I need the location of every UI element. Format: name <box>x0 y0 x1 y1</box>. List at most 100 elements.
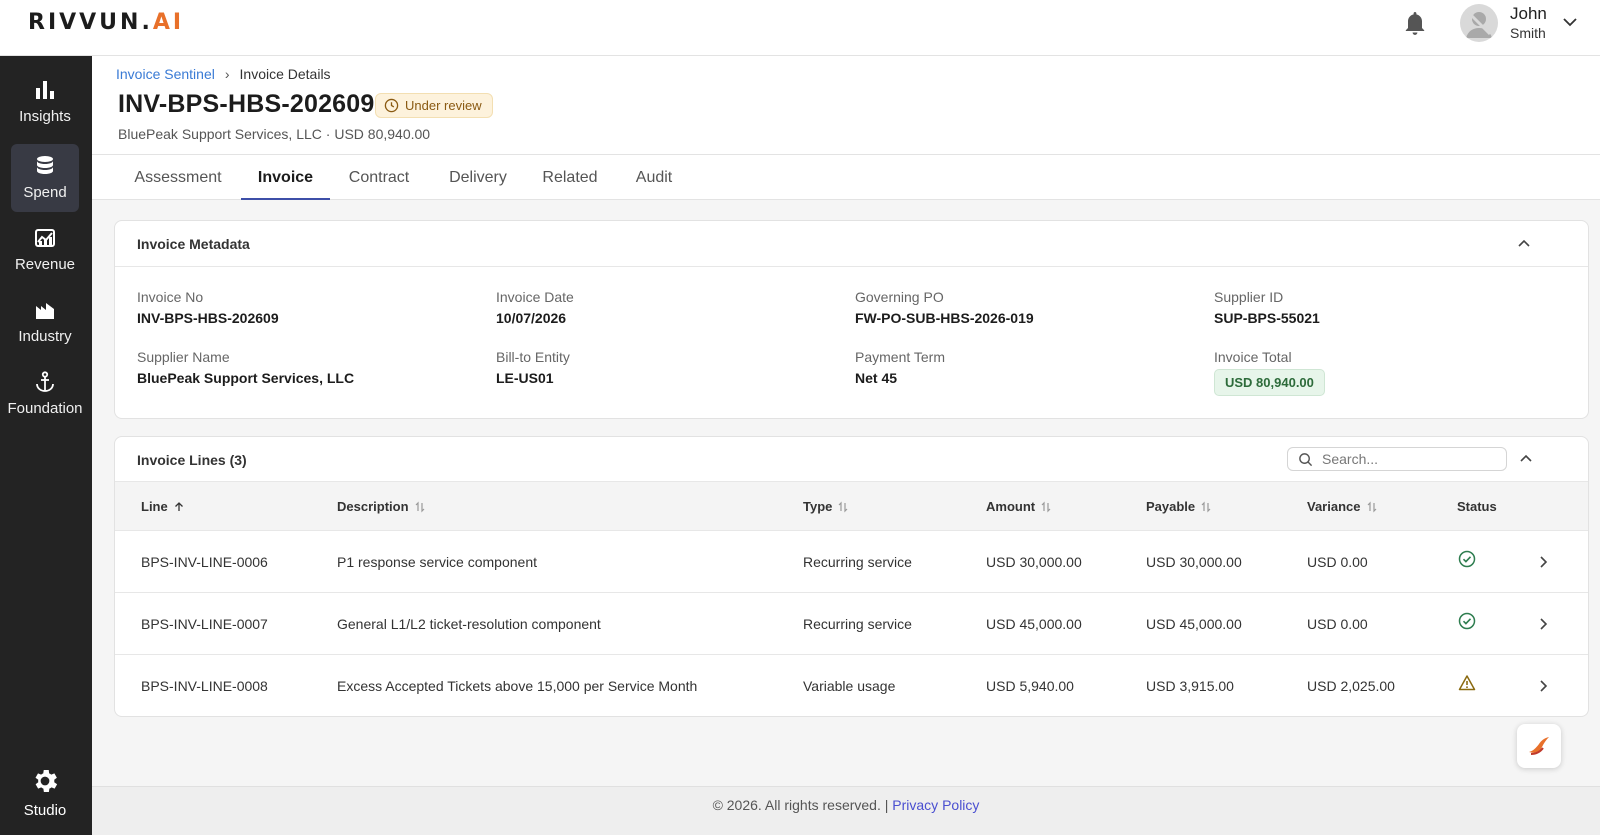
invoice-lines-card: Invoice Lines (3) Line Description Type … <box>114 436 1589 717</box>
sort-icon[interactable] <box>1200 501 1212 513</box>
privacy-policy-link[interactable]: Privacy Policy <box>892 797 979 813</box>
invoice-total-badge: USD 80,940.00 <box>1214 369 1325 396</box>
sidebar-item-spend[interactable]: Spend <box>11 144 79 212</box>
revenue-chart-icon <box>35 229 55 247</box>
column-header-line[interactable]: Line <box>141 499 185 514</box>
tab-contract[interactable]: Contract <box>341 155 417 200</box>
clock-icon <box>384 98 399 113</box>
cell-amount: USD 5,940.00 <box>986 678 1074 694</box>
sidebar-item-label: Spend <box>23 184 67 201</box>
gear-icon <box>35 770 58 792</box>
table-row[interactable]: BPS-INV-LINE-0007 General L1/L2 ticket-r… <box>115 593 1588 655</box>
sort-icon[interactable] <box>1040 501 1052 513</box>
field-label: Supplier Name <box>137 349 230 365</box>
field-value: FW-PO-SUB-HBS-2026-019 <box>855 310 1034 326</box>
chevron-up-icon[interactable] <box>1516 236 1532 252</box>
cell-description: Excess Accepted Tickets above 15,000 per… <box>337 678 698 694</box>
tab-invoice[interactable]: Invoice <box>241 155 330 200</box>
cell-line: BPS-INV-LINE-0007 <box>141 616 268 632</box>
breadcrumb: Invoice Sentinel › Invoice Details <box>116 66 331 82</box>
footer-copyright: © 2026. All rights reserved. | <box>712 797 889 813</box>
footer: © 2026. All rights reserved. | Privacy P… <box>92 786 1600 835</box>
column-header-description[interactable]: Description <box>337 499 426 514</box>
card-title: Invoice Lines (3) <box>137 452 247 468</box>
field-label: Governing PO <box>855 289 944 305</box>
cell-variance: USD 2,025.00 <box>1307 678 1395 694</box>
sidebar-item-industry[interactable]: Industry <box>11 288 79 356</box>
sidebar-item-insights[interactable]: Insights <box>11 68 79 136</box>
tab-bar: Assessment Invoice Contract Delivery Rel… <box>92 155 1600 200</box>
card-title: Invoice Metadata <box>137 236 250 252</box>
warning-triangle-icon <box>1458 675 1476 691</box>
check-circle-icon <box>1458 550 1476 568</box>
chevron-down-icon[interactable] <box>1562 14 1578 30</box>
cell-variance: USD 0.00 <box>1307 554 1368 570</box>
tab-assessment[interactable]: Assessment <box>126 155 230 200</box>
industry-chart-icon <box>36 303 54 319</box>
cell-type: Recurring service <box>803 616 912 632</box>
column-header-type[interactable]: Type <box>803 499 849 514</box>
cell-type: Recurring service <box>803 554 912 570</box>
sidebar-item-label: Insights <box>19 108 71 125</box>
assistant-launcher-button[interactable] <box>1517 724 1561 768</box>
search-icon <box>1299 453 1313 467</box>
field-value: Net 45 <box>855 370 898 386</box>
chevron-right-icon[interactable] <box>1536 555 1550 569</box>
sort-icon[interactable] <box>414 501 426 513</box>
sort-icon[interactable] <box>1366 501 1378 513</box>
cell-payable: USD 3,915.00 <box>1146 678 1234 694</box>
tab-audit[interactable]: Audit <box>622 155 686 200</box>
column-header-amount[interactable]: Amount <box>986 499 1052 514</box>
cell-description: P1 response service component <box>337 554 537 570</box>
avatar[interactable] <box>1460 4 1498 42</box>
user-first-name[interactable]: John <box>1510 4 1547 24</box>
field-bill-to-entity: Bill-to Entity LE-US01 <box>496 349 570 386</box>
cell-amount: USD 45,000.00 <box>986 616 1082 632</box>
page-subtitle: BluePeak Support Services, LLC · USD 80,… <box>118 126 431 142</box>
breadcrumb-current: Invoice Details <box>239 66 331 82</box>
column-header-variance[interactable]: Variance <box>1307 499 1378 514</box>
sidebar-item-foundation[interactable]: Foundation <box>7 360 83 428</box>
tab-related[interactable]: Related <box>532 155 608 200</box>
breadcrumb-link-invoice-sentinel[interactable]: Invoice Sentinel <box>116 66 215 82</box>
tab-delivery[interactable]: Delivery <box>440 155 516 200</box>
field-invoice-no: Invoice No INV-BPS-HBS-202609 <box>137 289 279 326</box>
field-value: 10/07/2026 <box>496 310 567 326</box>
table-row[interactable]: BPS-INV-LINE-0006 P1 response service co… <box>115 531 1588 593</box>
sort-ascending-icon[interactable] <box>173 501 185 513</box>
cell-payable: USD 30,000.00 <box>1146 554 1242 570</box>
field-label: Invoice Total <box>1214 349 1292 365</box>
page-title: INV-BPS-HBS-202609 <box>118 90 375 118</box>
page-header: Invoice Sentinel › Invoice Details INV-B… <box>92 56 1600 155</box>
chevron-up-icon[interactable] <box>1518 451 1534 467</box>
field-supplier-id: Supplier ID SUP-BPS-55021 <box>1214 289 1320 326</box>
search-input[interactable] <box>1322 450 1500 468</box>
user-last-name[interactable]: Smith <box>1510 25 1546 41</box>
app-logo[interactable]: RIVVUN.AI <box>28 10 184 35</box>
column-header-payable[interactable]: Payable <box>1146 499 1212 514</box>
assistant-logo-icon <box>1529 737 1549 755</box>
sidebar-item-studio[interactable]: Studio <box>11 758 79 826</box>
table-row[interactable]: BPS-INV-LINE-0008 Excess Accepted Ticket… <box>115 655 1588 717</box>
main-content: Invoice Sentinel › Invoice Details INV-B… <box>92 56 1600 835</box>
sidebar-item-label: Revenue <box>14 256 76 273</box>
invoice-metadata-card: Invoice Metadata Invoice No INV-BPS-HBS-… <box>114 220 1589 419</box>
sort-icon[interactable] <box>837 501 849 513</box>
chevron-right-icon[interactable] <box>1536 617 1550 631</box>
sidebar-item-label: Industry <box>18 328 72 345</box>
sidebar-item-revenue[interactable]: Revenue <box>11 216 79 284</box>
sidebar-item-label: Foundation <box>7 400 83 417</box>
chevron-right-icon[interactable] <box>1536 679 1550 693</box>
cell-type: Variable usage <box>803 678 896 694</box>
field-payment-term: Payment Term Net 45 <box>855 349 945 386</box>
field-governing-po: Governing PO FW-PO-SUB-HBS-2026-019 <box>855 289 1034 326</box>
sidebar-item-label: Studio <box>23 802 67 819</box>
field-label: Invoice Date <box>496 289 574 305</box>
notifications-bell-icon[interactable] <box>1403 10 1431 42</box>
anchor-icon <box>36 371 54 392</box>
field-invoice-total: Invoice Total USD 80,940.00 <box>1214 349 1325 396</box>
search-field[interactable] <box>1287 447 1507 471</box>
field-value: SUP-BPS-55021 <box>1214 310 1320 326</box>
sidebar: Insights Spend Revenue Industry Foundati… <box>0 56 92 835</box>
column-header-status: Status <box>1457 499 1497 514</box>
